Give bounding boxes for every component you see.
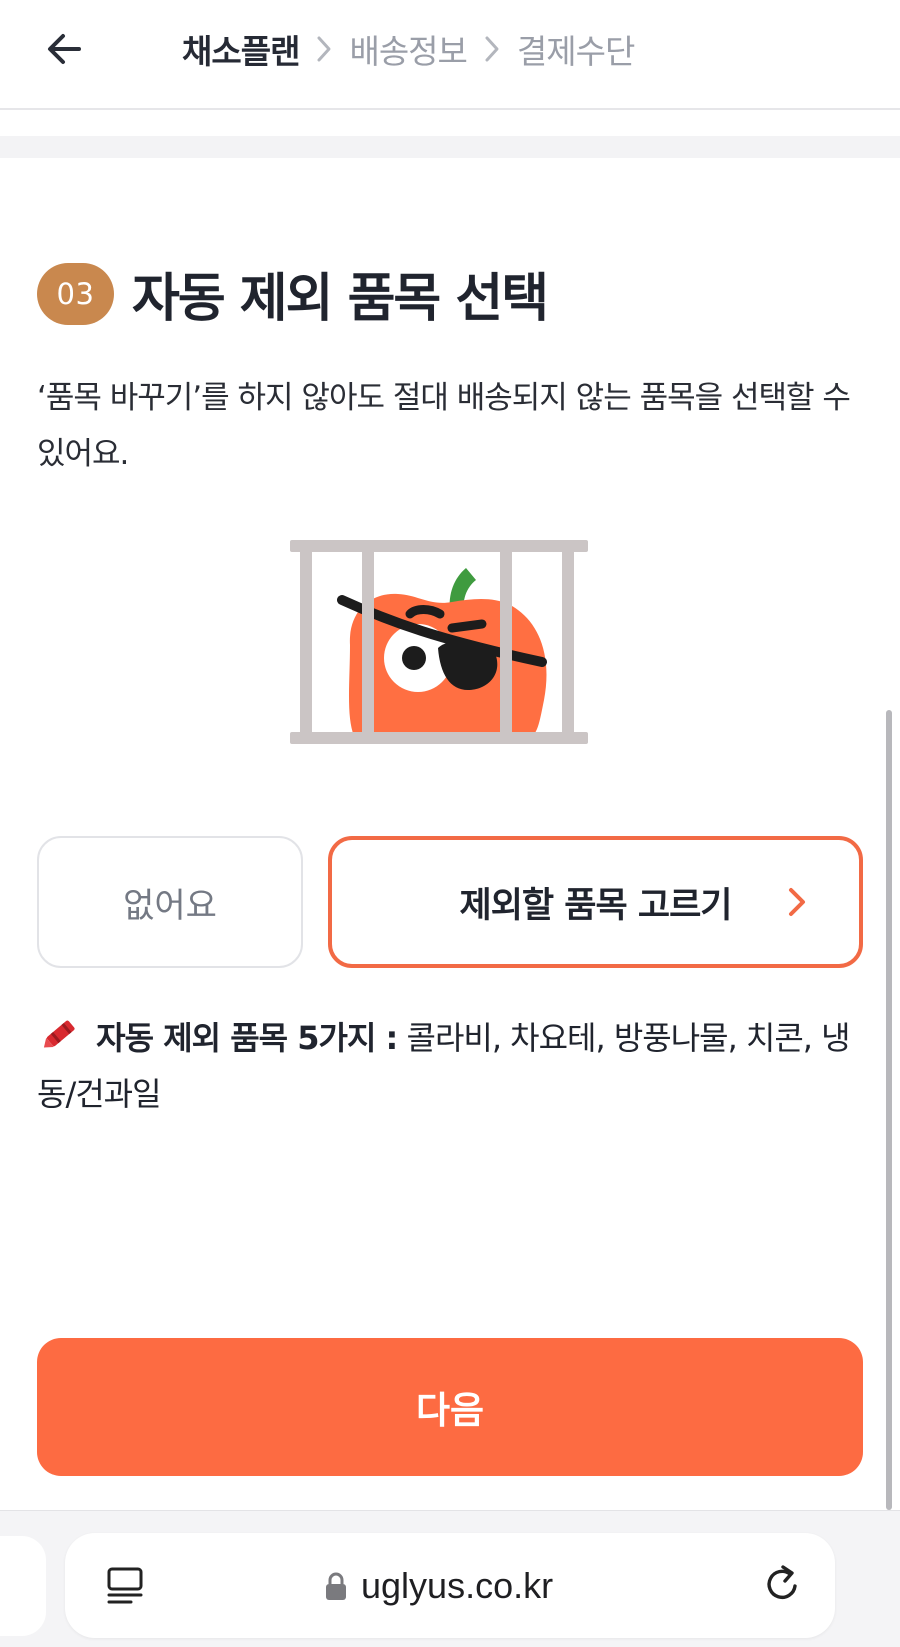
step-breadcrumb: 채소플랜 배송정보 결제수단 <box>182 24 635 74</box>
step-delivery-info: 배송정보 <box>349 32 467 71</box>
reload-icon[interactable] <box>759 1561 805 1607</box>
chevron-right-icon <box>299 24 349 74</box>
top-nav-header: 채소플랜 배송정보 결제수단 <box>0 0 900 110</box>
browser-toolbar: uglyus.co.kr <box>0 1510 900 1647</box>
section-description: ‘품목 바꾸기’를 하지 않아도 절대 배송되지 않는 품목을 선택할 수 있어… <box>37 380 851 472</box>
choose-excluded-items-label: 제외할 품목 고르기 <box>459 885 733 926</box>
lock-icon <box>326 1572 346 1600</box>
auto-excluded-items-notice: 자동 제외 품목 5가지 : 콜라비, 차요테, 방풍나물, 치콘, 냉동/건과… <box>37 1010 867 1122</box>
address-bar[interactable]: uglyus.co.kr <box>65 1533 835 1638</box>
no-exclusion-button[interactable]: 없어요 <box>37 836 303 968</box>
step-payment-method: 결제수단 <box>516 32 635 71</box>
page-scrollbar[interactable] <box>886 710 892 1510</box>
url-display[interactable]: uglyus.co.kr <box>325 1533 553 1638</box>
notice-label: 자동 제외 품목 5가지 : <box>96 1019 398 1057</box>
section-heading: 03 자동 제외 품목 선택 <box>37 256 549 331</box>
previous-tab-stub[interactable] <box>0 1536 46 1636</box>
chevron-right-icon <box>789 888 805 916</box>
next-button[interactable]: 다음 <box>37 1338 863 1476</box>
section-title: 자동 제외 품목 선택 <box>132 269 549 329</box>
step-number-badge: 03 <box>37 262 114 325</box>
jailed-pepper-illustration <box>290 540 610 760</box>
back-arrow-icon <box>48 34 81 64</box>
crayon-icon <box>43 1020 75 1048</box>
step-vegetable-plan: 채소플랜 <box>182 32 300 71</box>
url-text: uglyus.co.kr <box>361 1564 554 1606</box>
chevron-right-icon <box>467 24 517 74</box>
reader-icon[interactable] <box>103 1563 147 1607</box>
choose-excluded-items-button[interactable]: 제외할 품목 고르기 <box>328 836 863 968</box>
back-button[interactable] <box>40 24 90 74</box>
section-divider <box>0 136 900 158</box>
